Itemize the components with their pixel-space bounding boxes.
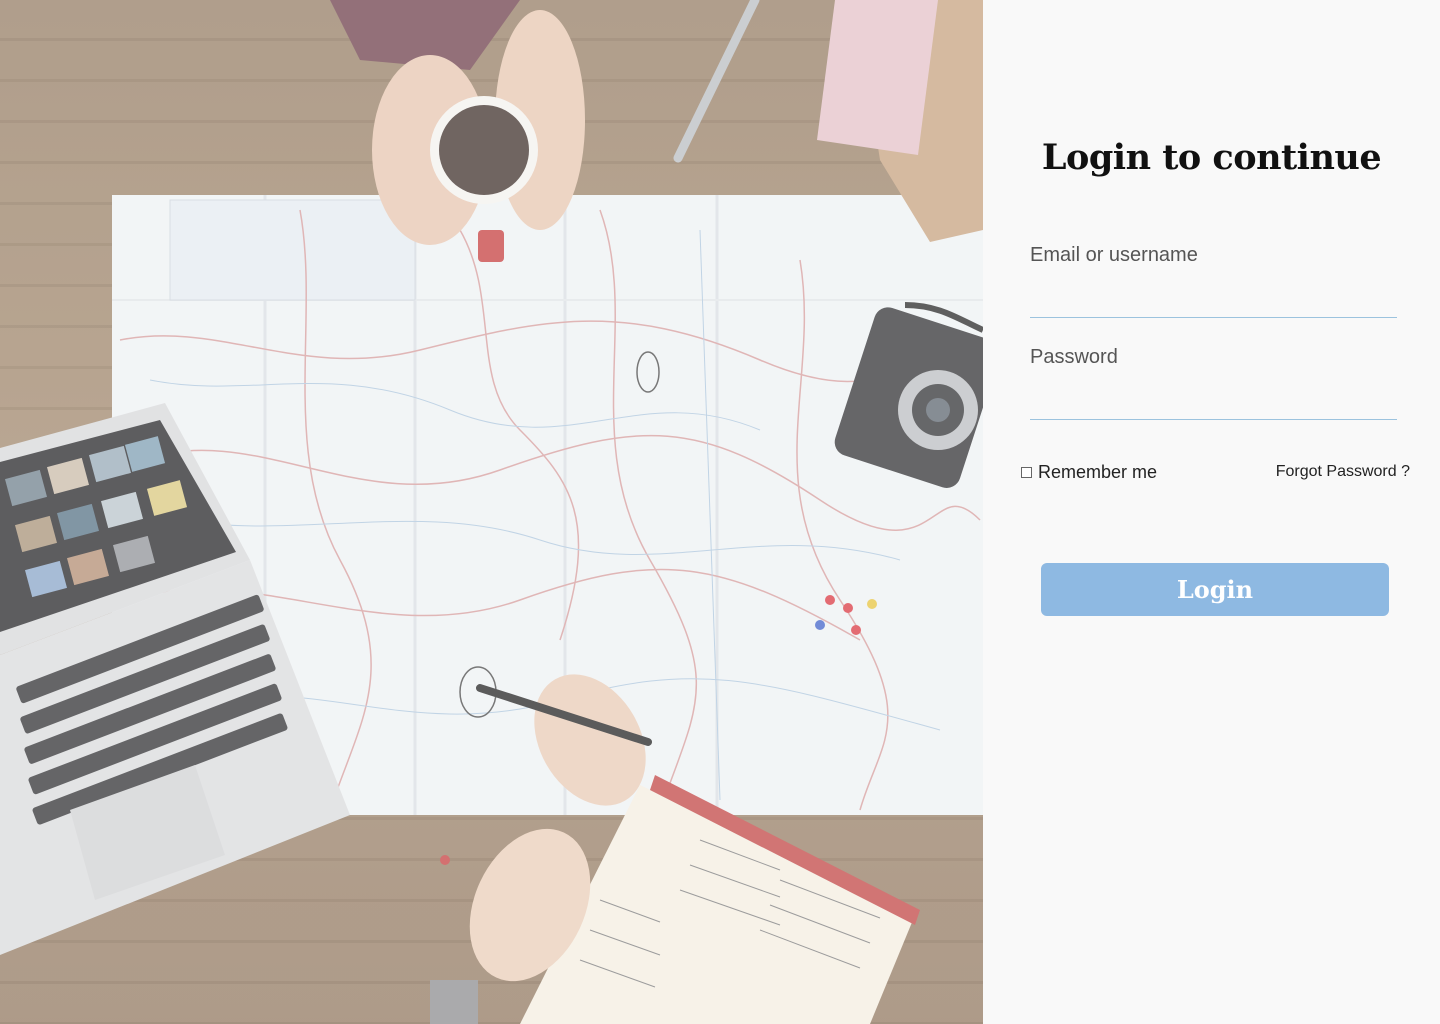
- remember-me-toggle[interactable]: Remember me: [1021, 462, 1157, 483]
- login-button[interactable]: Login: [1041, 563, 1389, 616]
- password-field[interactable]: [1030, 391, 1397, 420]
- email-label: Email or username: [1030, 244, 1198, 266]
- photo-overlay: [0, 0, 983, 1024]
- page-title: Login to continue: [1041, 137, 1382, 178]
- remember-me-label: Remember me: [1038, 462, 1158, 482]
- password-label: Password: [1030, 346, 1118, 368]
- hero-photo: [0, 0, 983, 1024]
- email-field[interactable]: [1030, 289, 1397, 318]
- forgot-password-link[interactable]: Forgot Password ?: [1276, 463, 1410, 481]
- login-panel: Login to continue Email or username Pass…: [983, 0, 1440, 1024]
- remember-me-checkbox[interactable]: [1021, 467, 1032, 478]
